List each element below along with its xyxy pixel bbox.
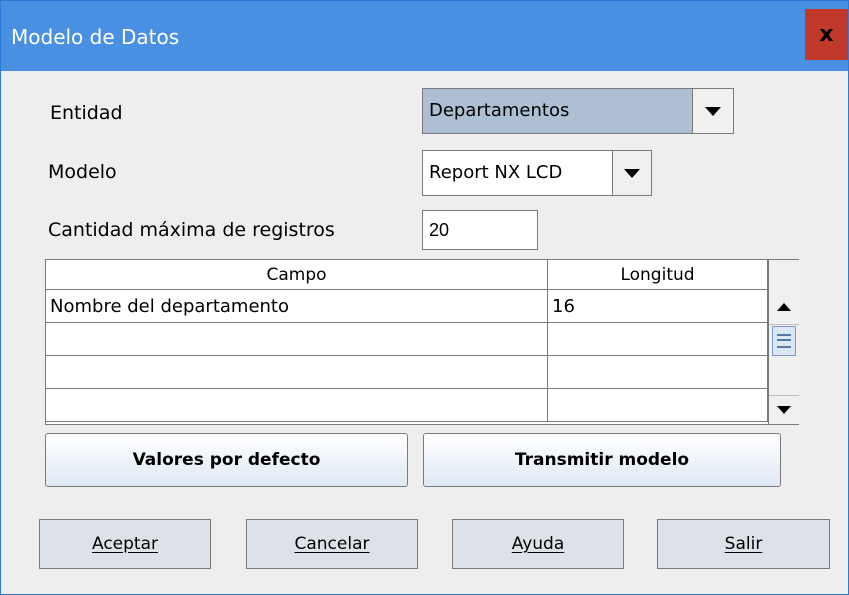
arrow-down-icon — [777, 406, 791, 414]
title-bar: Modelo de Datos x — [1, 1, 848, 71]
column-header-campo[interactable]: Campo — [46, 260, 548, 290]
exit-button[interactable]: Salir — [657, 519, 830, 569]
table-cell-campo[interactable] — [46, 389, 548, 422]
table-cell-longitud[interactable] — [548, 323, 768, 356]
table-cell-longitud[interactable]: 16 — [548, 290, 768, 323]
entidad-label: Entidad — [50, 102, 123, 124]
entidad-combobox[interactable]: Departamentos — [422, 88, 734, 134]
arrow-up-icon — [777, 303, 791, 311]
accept-button[interactable]: Aceptar — [39, 519, 211, 569]
grip-icon — [777, 334, 791, 348]
modelo-label: Modelo — [48, 161, 117, 183]
window-title: Modelo de Datos — [11, 25, 180, 49]
scroll-down-button[interactable] — [769, 395, 799, 424]
fields-table: Campo Longitud Nombre del departamento 1… — [45, 259, 799, 425]
scroll-up-button[interactable] — [769, 290, 799, 325]
modelo-dropdown-button[interactable] — [612, 151, 651, 195]
transmit-model-button[interactable]: Transmitir modelo — [423, 433, 781, 487]
chevron-down-icon — [705, 106, 721, 116]
chevron-down-icon — [624, 168, 640, 178]
table-cell-longitud[interactable] — [548, 356, 768, 389]
entidad-dropdown-button[interactable] — [692, 89, 733, 133]
table-scrollbar[interactable] — [768, 260, 799, 424]
modelo-de-datos-dialog: Modelo de Datos x Entidad Departamentos … — [0, 0, 849, 595]
close-icon: x — [819, 22, 834, 47]
cantidad-input[interactable] — [422, 210, 538, 250]
entidad-value: Departamentos — [429, 100, 570, 121]
modelo-value: Report NX LCD — [429, 162, 563, 183]
scrollbar-corner — [769, 260, 799, 291]
cantidad-label: Cantidad máxima de registros — [48, 219, 335, 241]
scroll-thumb[interactable] — [772, 326, 796, 356]
table-cell-campo[interactable]: Nombre del departamento — [46, 290, 548, 323]
table-cell-campo[interactable] — [46, 323, 548, 356]
cancel-button[interactable]: Cancelar — [246, 519, 418, 569]
modelo-combobox[interactable]: Report NX LCD — [422, 150, 652, 196]
help-button[interactable]: Ayuda — [452, 519, 624, 569]
table-cell-longitud[interactable] — [548, 389, 768, 422]
close-button[interactable]: x — [805, 9, 848, 60]
defaults-button[interactable]: Valores por defecto — [45, 433, 408, 487]
column-header-longitud[interactable]: Longitud — [548, 260, 768, 290]
table-cell-campo[interactable] — [46, 356, 548, 389]
